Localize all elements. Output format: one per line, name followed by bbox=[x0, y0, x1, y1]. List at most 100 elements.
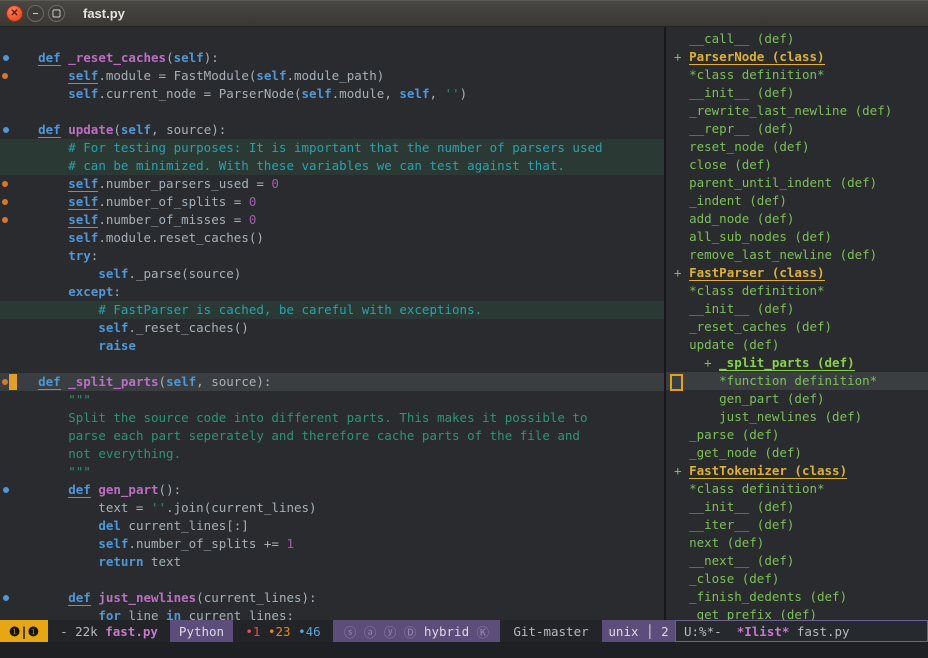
flycheck-warning-dot bbox=[2, 379, 8, 385]
outline-item[interactable]: __next__ (def) bbox=[666, 552, 928, 570]
code-line[interactable]: raise bbox=[0, 337, 664, 355]
outline-class-item[interactable]: + FastTokenizer (class) bbox=[666, 462, 928, 480]
outline-item[interactable]: next (def) bbox=[666, 534, 928, 552]
code-line[interactable]: for line in current_lines: bbox=[0, 607, 664, 620]
code-line[interactable]: self.number_of_splits += 1 bbox=[0, 535, 664, 553]
outline-item[interactable]: parent_until_indent (def) bbox=[666, 174, 928, 192]
code-line[interactable]: def _reset_caches(self): bbox=[0, 49, 664, 67]
code-token: self bbox=[98, 266, 128, 281]
code-token: current_lines: bbox=[181, 608, 294, 620]
outline-item[interactable]: _finish_dedents (def) bbox=[666, 588, 928, 606]
code-line[interactable] bbox=[0, 355, 664, 373]
git-branch-segment[interactable]: Git-master bbox=[500, 620, 602, 642]
outline-item[interactable]: close (def) bbox=[666, 156, 928, 174]
code-line[interactable]: Split the source code into different par… bbox=[0, 409, 664, 427]
code-token bbox=[8, 68, 68, 83]
code-line[interactable]: self.number_parsers_used = 0 bbox=[0, 175, 664, 193]
outline-item[interactable]: _parse (def) bbox=[666, 426, 928, 444]
outline-item[interactable]: __call__ (def) bbox=[666, 30, 928, 48]
code-token: return bbox=[98, 554, 143, 569]
code-token: ._reset_caches() bbox=[128, 320, 248, 335]
outline-item[interactable]: *class definition* bbox=[666, 480, 928, 498]
outline-item[interactable]: *function definition* bbox=[666, 372, 928, 390]
outline-item[interactable]: __repr__ (def) bbox=[666, 120, 928, 138]
encoding-segment: unix │ 2 bbox=[602, 620, 675, 642]
outline-item[interactable]: __init__ (def) bbox=[666, 300, 928, 318]
outline-item[interactable]: _reset_caches (def) bbox=[666, 318, 928, 336]
code-line[interactable]: not everything. bbox=[0, 445, 664, 463]
outline-item[interactable]: _get_prefix (def) bbox=[666, 606, 928, 620]
outline-item[interactable]: add_node (def) bbox=[666, 210, 928, 228]
minor-modes-segment[interactable]: ⓢ ⓐ ⓨ Ⓓ hybrid Ⓚ bbox=[333, 620, 500, 642]
outline-item[interactable]: just_newlines (def) bbox=[666, 408, 928, 426]
outline-item[interactable]: _rewrite_last_newline (def) bbox=[666, 102, 928, 120]
code-line[interactable]: except: bbox=[0, 283, 664, 301]
outline-selected-item[interactable]: + _split_parts (def) bbox=[666, 354, 928, 372]
code-token: .number_parsers_used = bbox=[98, 176, 271, 191]
code-line[interactable]: return text bbox=[0, 553, 664, 571]
outline-item[interactable]: update (def) bbox=[666, 336, 928, 354]
outline-item-prefix bbox=[674, 571, 689, 586]
code-line[interactable]: # can be minimized. With these variables… bbox=[0, 157, 664, 175]
code-token: for bbox=[98, 608, 121, 620]
code-line[interactable]: self.number_of_misses = 0 bbox=[0, 211, 664, 229]
outline-item[interactable]: remove_last_newline (def) bbox=[666, 246, 928, 264]
modeline-text: Git-master bbox=[513, 624, 588, 639]
outline-item-label: __iter__ (def) bbox=[689, 517, 794, 532]
outline-item[interactable]: *class definition* bbox=[666, 282, 928, 300]
flycheck-segment[interactable]: •1 •23 •46 bbox=[233, 620, 333, 642]
app-window: ✕ – ▢ fast.py def _reset_caches(self): s… bbox=[0, 0, 928, 658]
outline-class-item[interactable]: + ParserNode (class) bbox=[666, 48, 928, 66]
code-line[interactable] bbox=[0, 571, 664, 589]
code-line[interactable]: """ bbox=[0, 391, 664, 409]
outline-item[interactable]: __iter__ (def) bbox=[666, 516, 928, 534]
outline-item[interactable]: __init__ (def) bbox=[666, 84, 928, 102]
outline-item[interactable]: *class definition* bbox=[666, 66, 928, 84]
outline-cursor bbox=[670, 374, 683, 391]
close-button[interactable]: ✕ bbox=[6, 5, 23, 22]
code-line[interactable]: # FastParser is cached, be careful with … bbox=[0, 301, 664, 319]
code-token: update bbox=[68, 122, 113, 137]
code-line[interactable]: text = ''.join(current_lines) bbox=[0, 499, 664, 517]
flycheck-info-dot bbox=[3, 595, 9, 601]
code-token: def bbox=[68, 482, 91, 498]
outline-item[interactable]: _get_node (def) bbox=[666, 444, 928, 462]
code-token bbox=[8, 140, 68, 155]
outline-item-prefix bbox=[674, 193, 689, 208]
code-line[interactable] bbox=[0, 31, 664, 49]
code-line[interactable]: self.module.reset_caches() bbox=[0, 229, 664, 247]
outline-item[interactable]: reset_node (def) bbox=[666, 138, 928, 156]
code-line[interactable]: def _split_parts(self, source): bbox=[0, 373, 664, 391]
modeline-text: fast.py bbox=[789, 624, 849, 639]
outline-item[interactable]: _indent (def) bbox=[666, 192, 928, 210]
code-line[interactable]: # For testing purposes: It is important … bbox=[0, 139, 664, 157]
imenu-outline-pane[interactable]: __call__ (def)+ ParserNode (class) *clas… bbox=[666, 27, 928, 620]
major-mode-segment[interactable]: Python bbox=[170, 620, 233, 642]
code-line[interactable]: """ bbox=[0, 463, 664, 481]
code-line[interactable]: parse each part seperately and therefore… bbox=[0, 427, 664, 445]
code-line[interactable]: def update(self, source): bbox=[0, 121, 664, 139]
code-editor-pane[interactable]: def _reset_caches(self): self.module = F… bbox=[0, 27, 666, 620]
minimize-button[interactable]: – bbox=[27, 5, 44, 22]
code-line[interactable]: del current_lines[:] bbox=[0, 517, 664, 535]
outline-item[interactable]: gen_part (def) bbox=[666, 390, 928, 408]
outline-item[interactable]: _close (def) bbox=[666, 570, 928, 588]
code-line[interactable]: self._parse(source) bbox=[0, 265, 664, 283]
code-line[interactable]: try: bbox=[0, 247, 664, 265]
code-line[interactable]: self.current_node = ParserNode(self.modu… bbox=[0, 85, 664, 103]
outline-item-label: parent_until_indent (def) bbox=[689, 175, 877, 190]
code-token: .current_node = ParserNode( bbox=[98, 86, 301, 101]
buffer-info-segment[interactable]: - 22k fast.py bbox=[48, 620, 170, 642]
code-line[interactable]: self.module = FastModule(self.module_pat… bbox=[0, 67, 664, 85]
code-line[interactable]: def gen_part(): bbox=[0, 481, 664, 499]
code-token: .module = FastModule( bbox=[98, 68, 256, 83]
code-token bbox=[8, 176, 68, 191]
code-line[interactable]: self._reset_caches() bbox=[0, 319, 664, 337]
maximize-button[interactable]: ▢ bbox=[48, 5, 65, 22]
outline-class-item[interactable]: + FastParser (class) bbox=[666, 264, 928, 282]
outline-item[interactable]: __init__ (def) bbox=[666, 498, 928, 516]
code-line[interactable] bbox=[0, 103, 664, 121]
outline-item[interactable]: all_sub_nodes (def) bbox=[666, 228, 928, 246]
code-line[interactable]: def just_newlines(current_lines): bbox=[0, 589, 664, 607]
code-line[interactable]: self.number_of_splits = 0 bbox=[0, 193, 664, 211]
